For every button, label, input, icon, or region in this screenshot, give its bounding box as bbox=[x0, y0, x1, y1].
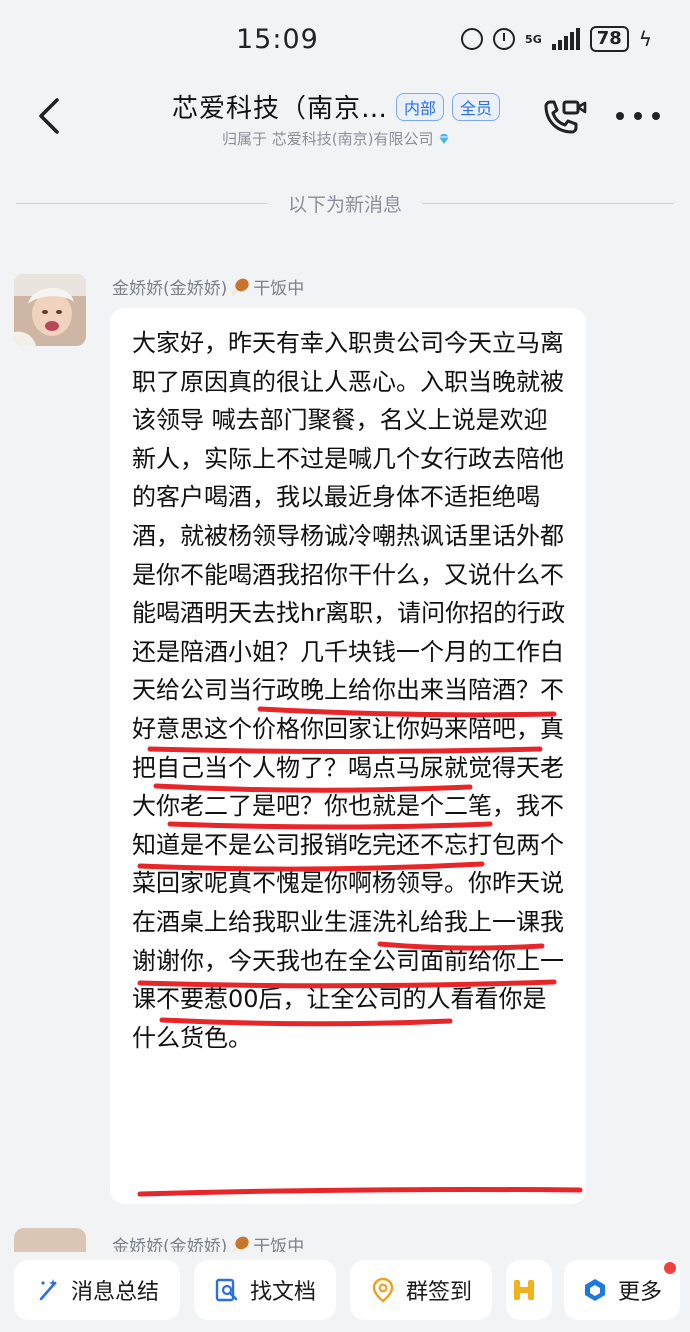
divider-line bbox=[422, 202, 675, 204]
hotspot-icon bbox=[461, 28, 484, 50]
location-pin-icon bbox=[372, 1277, 394, 1303]
message-text: 大家好，昨天有幸入职贵公司今天立马离职了原因真的很让人恶心。入职当晚就被该领导 … bbox=[132, 329, 566, 1052]
chevron-left-icon bbox=[39, 98, 59, 134]
dot-icon bbox=[634, 112, 642, 120]
toolbar-label: 消息总结 bbox=[70, 1280, 159, 1305]
avatar[interactable] bbox=[14, 1228, 86, 1252]
underline-mark bbox=[137, 1187, 583, 1197]
signal-icon bbox=[551, 28, 580, 50]
status-time: 15:09 bbox=[236, 24, 319, 55]
avatar-photo-icon bbox=[14, 274, 86, 346]
new-messages-label: 以下为新消息 bbox=[288, 193, 403, 216]
message-summary-button[interactable]: 消息总结 bbox=[14, 1260, 180, 1320]
sparkle-icon bbox=[39, 1279, 57, 1301]
more-apps-button[interactable]: 更多 bbox=[564, 1260, 680, 1320]
chat-header: 芯爱科技（南京… 内部 全员 归属于 芯爱科技(南京)有限公司 bbox=[0, 78, 690, 162]
back-button[interactable] bbox=[30, 96, 70, 136]
video-call-button[interactable] bbox=[540, 98, 588, 138]
chat-subtitle: 归属于 芯爱科技(南京)有限公司 bbox=[222, 128, 451, 149]
more-apps-icon bbox=[584, 1279, 605, 1301]
charging-icon: ϟ bbox=[638, 27, 652, 51]
avatar[interactable] bbox=[14, 274, 86, 346]
sender-line: 金娇娇(金娇娇) 干饭中 bbox=[112, 274, 304, 299]
divider-line bbox=[16, 202, 268, 204]
diamond-icon bbox=[439, 133, 450, 144]
dot-icon bbox=[616, 112, 624, 120]
battery-level: 78 bbox=[589, 26, 629, 52]
org-affiliation: 归属于 芯爱科技(南京)有限公司 bbox=[222, 130, 434, 148]
chat-title-row[interactable]: 芯爱科技（南京… 内部 全员 bbox=[172, 88, 501, 125]
message-bubble[interactable]: 大家好，昨天有幸入职贵公司今天立马离职了原因真的很让人恶心。入职当晚就被该领导 … bbox=[110, 308, 586, 1204]
chat-title: 芯爱科技（南京… bbox=[172, 94, 389, 124]
tag-internal: 内部 bbox=[396, 92, 445, 121]
dot-icon bbox=[652, 112, 660, 120]
app-h-button[interactable] bbox=[506, 1260, 552, 1320]
status-icons: 5G 78 ϟ bbox=[461, 26, 652, 52]
alarm-icon bbox=[493, 28, 516, 50]
doc-search-icon bbox=[215, 1278, 238, 1302]
group-checkin-button[interactable]: 群签到 bbox=[350, 1260, 492, 1320]
toolbar-label: 群签到 bbox=[405, 1280, 472, 1305]
more-options-button[interactable] bbox=[616, 96, 660, 136]
toolbar-label: 找文档 bbox=[249, 1280, 316, 1305]
new-messages-divider: 以下为新消息 bbox=[16, 190, 675, 216]
toolbar-label: 更多 bbox=[617, 1280, 662, 1305]
status-bar: 15:09 5G 78 ϟ bbox=[0, 0, 690, 78]
drumstick-icon bbox=[231, 278, 249, 296]
notification-dot bbox=[664, 1262, 676, 1274]
network-type: 5G bbox=[525, 32, 542, 46]
sender-name: 金娇娇(金娇娇) bbox=[112, 279, 228, 299]
tag-all-staff: 全员 bbox=[452, 92, 501, 121]
sender-status: 干饭中 bbox=[253, 279, 305, 299]
find-document-button[interactable]: 找文档 bbox=[194, 1260, 336, 1320]
phone-video-icon bbox=[544, 100, 587, 134]
app-h-icon bbox=[514, 1280, 534, 1300]
quick-action-toolbar: 消息总结 找文档 群签到 更多 bbox=[0, 1252, 690, 1332]
